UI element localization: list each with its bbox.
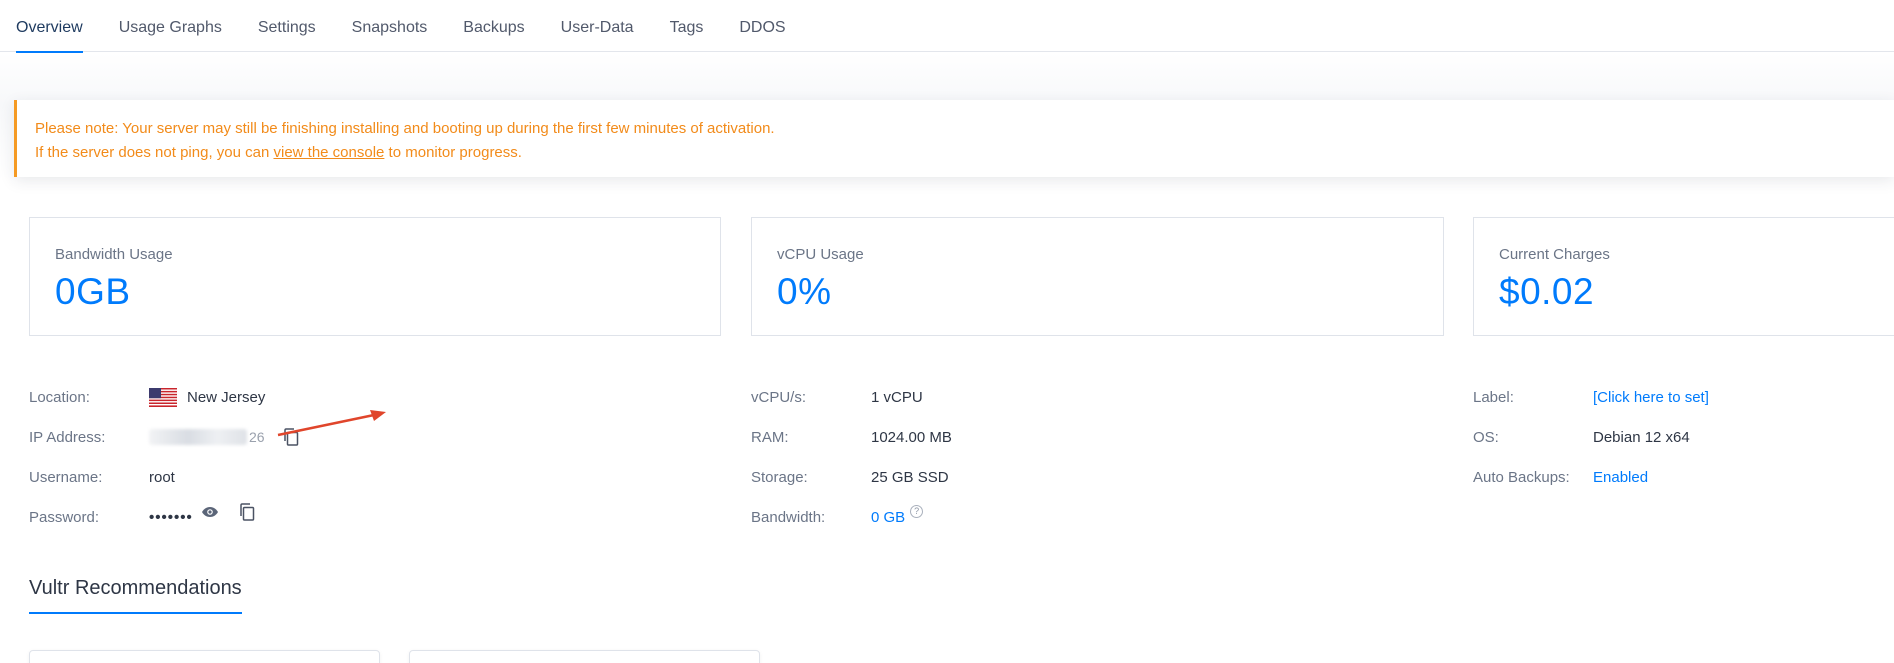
server-tabs: Overview Usage Graphs Settings Snapshots… — [0, 0, 1894, 53]
tab-usage-graphs[interactable]: Usage Graphs — [119, 0, 222, 52]
copy-icon[interactable] — [239, 503, 255, 521]
password-label: Password: — [29, 508, 100, 526]
username-label: Username: — [29, 468, 103, 486]
set-label-link[interactable]: [Click here to set] — [1593, 389, 1709, 406]
spec-details: vCPU/s: 1 vCPU RAM: 1024.00 MB Storage: … — [751, 377, 952, 537]
tab-user-data[interactable]: User-Data — [561, 0, 634, 52]
annotation-arrow — [277, 410, 386, 437]
bandwidth-usage-value: 0GB — [55, 271, 131, 312]
tab-ddos[interactable]: DDOS — [739, 0, 785, 52]
storage-label: Storage: — [751, 468, 808, 486]
ip-address-row: IP Address: 26 — [29, 417, 299, 457]
tab-overview[interactable]: Overview — [16, 0, 83, 53]
recommendations-title: Vultr Recommendations — [29, 577, 242, 614]
vcpu-row: vCPU/s: 1 vCPU — [751, 377, 952, 417]
vcpu-usage-card: vCPU Usage 0% — [751, 217, 1444, 336]
location-label: Location: — [29, 388, 90, 406]
password-row: Password: ••••••• — [29, 497, 299, 537]
bandwidth-label: Bandwidth: — [751, 508, 826, 526]
notice-line-2: If the server does not ping, you can vie… — [35, 141, 1894, 165]
auto-backups-value[interactable]: Enabled — [1593, 469, 1648, 486]
recommendation-card[interactable] — [409, 650, 760, 663]
tab-snapshots[interactable]: Snapshots — [352, 0, 428, 52]
current-charges-card: Current Charges $0.02 — [1473, 217, 1894, 336]
current-charges-label: Current Charges — [1499, 246, 1610, 263]
help-icon[interactable]: ? — [910, 504, 924, 518]
notice-line-2-suffix: to monitor progress. — [384, 144, 522, 161]
vcpu-value: 1 vCPU — [871, 388, 923, 406]
username-value: root — [149, 468, 175, 486]
server-details: Location: New Jersey IP Address: 26 User… — [29, 377, 299, 537]
eye-icon[interactable] — [201, 506, 219, 518]
bandwidth-value[interactable]: 0 GB — [871, 509, 905, 526]
bandwidth-usage-label: Bandwidth Usage — [55, 246, 173, 263]
location-row: Location: New Jersey — [29, 377, 299, 417]
ip-address-label: IP Address: — [29, 428, 106, 446]
ram-row: RAM: 1024.00 MB — [751, 417, 952, 457]
bandwidth-usage-card: Bandwidth Usage 0GB — [29, 217, 721, 336]
storage-value: 25 GB SSD — [871, 468, 949, 486]
os-label: OS: — [1473, 428, 1499, 446]
tab-tags[interactable]: Tags — [670, 0, 704, 52]
os-row: OS: Debian 12 x64 — [1473, 417, 1709, 457]
bandwidth-row: Bandwidth: 0 GB ? — [751, 497, 952, 537]
label-label: Label: — [1473, 388, 1514, 406]
ram-label: RAM: — [751, 428, 789, 446]
password-value: ••••••• — [149, 508, 193, 526]
ram-value: 1024.00 MB — [871, 428, 952, 446]
ip-address-redacted — [149, 429, 247, 445]
label-row: Label: [Click here to set] — [1473, 377, 1709, 417]
notice-line-2-prefix: If the server does not ping, you can — [35, 144, 274, 161]
vcpu-label: vCPU/s: — [751, 388, 807, 406]
tab-backups[interactable]: Backups — [463, 0, 524, 52]
notice-line-1: Please note: Your server may still be fi… — [35, 120, 775, 137]
tab-settings[interactable]: Settings — [258, 0, 316, 52]
auto-backups-label: Auto Backups: — [1473, 468, 1570, 486]
recommendation-card[interactable] — [29, 650, 380, 663]
ip-address-tail: 26 — [249, 429, 265, 445]
storage-row: Storage: 25 GB SSD — [751, 457, 952, 497]
os-value: Debian 12 x64 — [1593, 428, 1690, 446]
username-row: Username: root — [29, 457, 299, 497]
auto-backups-row: Auto Backups: Enabled — [1473, 457, 1709, 497]
vcpu-usage-label: vCPU Usage — [777, 246, 864, 263]
location-value: New Jersey — [187, 388, 266, 406]
us-flag-icon — [149, 387, 177, 407]
meta-details: Label: [Click here to set] OS: Debian 12… — [1473, 377, 1709, 497]
activation-notice: Please note: Your server may still be fi… — [14, 100, 1894, 177]
vcpu-usage-value: 0% — [777, 271, 832, 312]
current-charges-value: $0.02 — [1499, 271, 1595, 312]
view-console-link[interactable]: view the console — [273, 144, 384, 161]
